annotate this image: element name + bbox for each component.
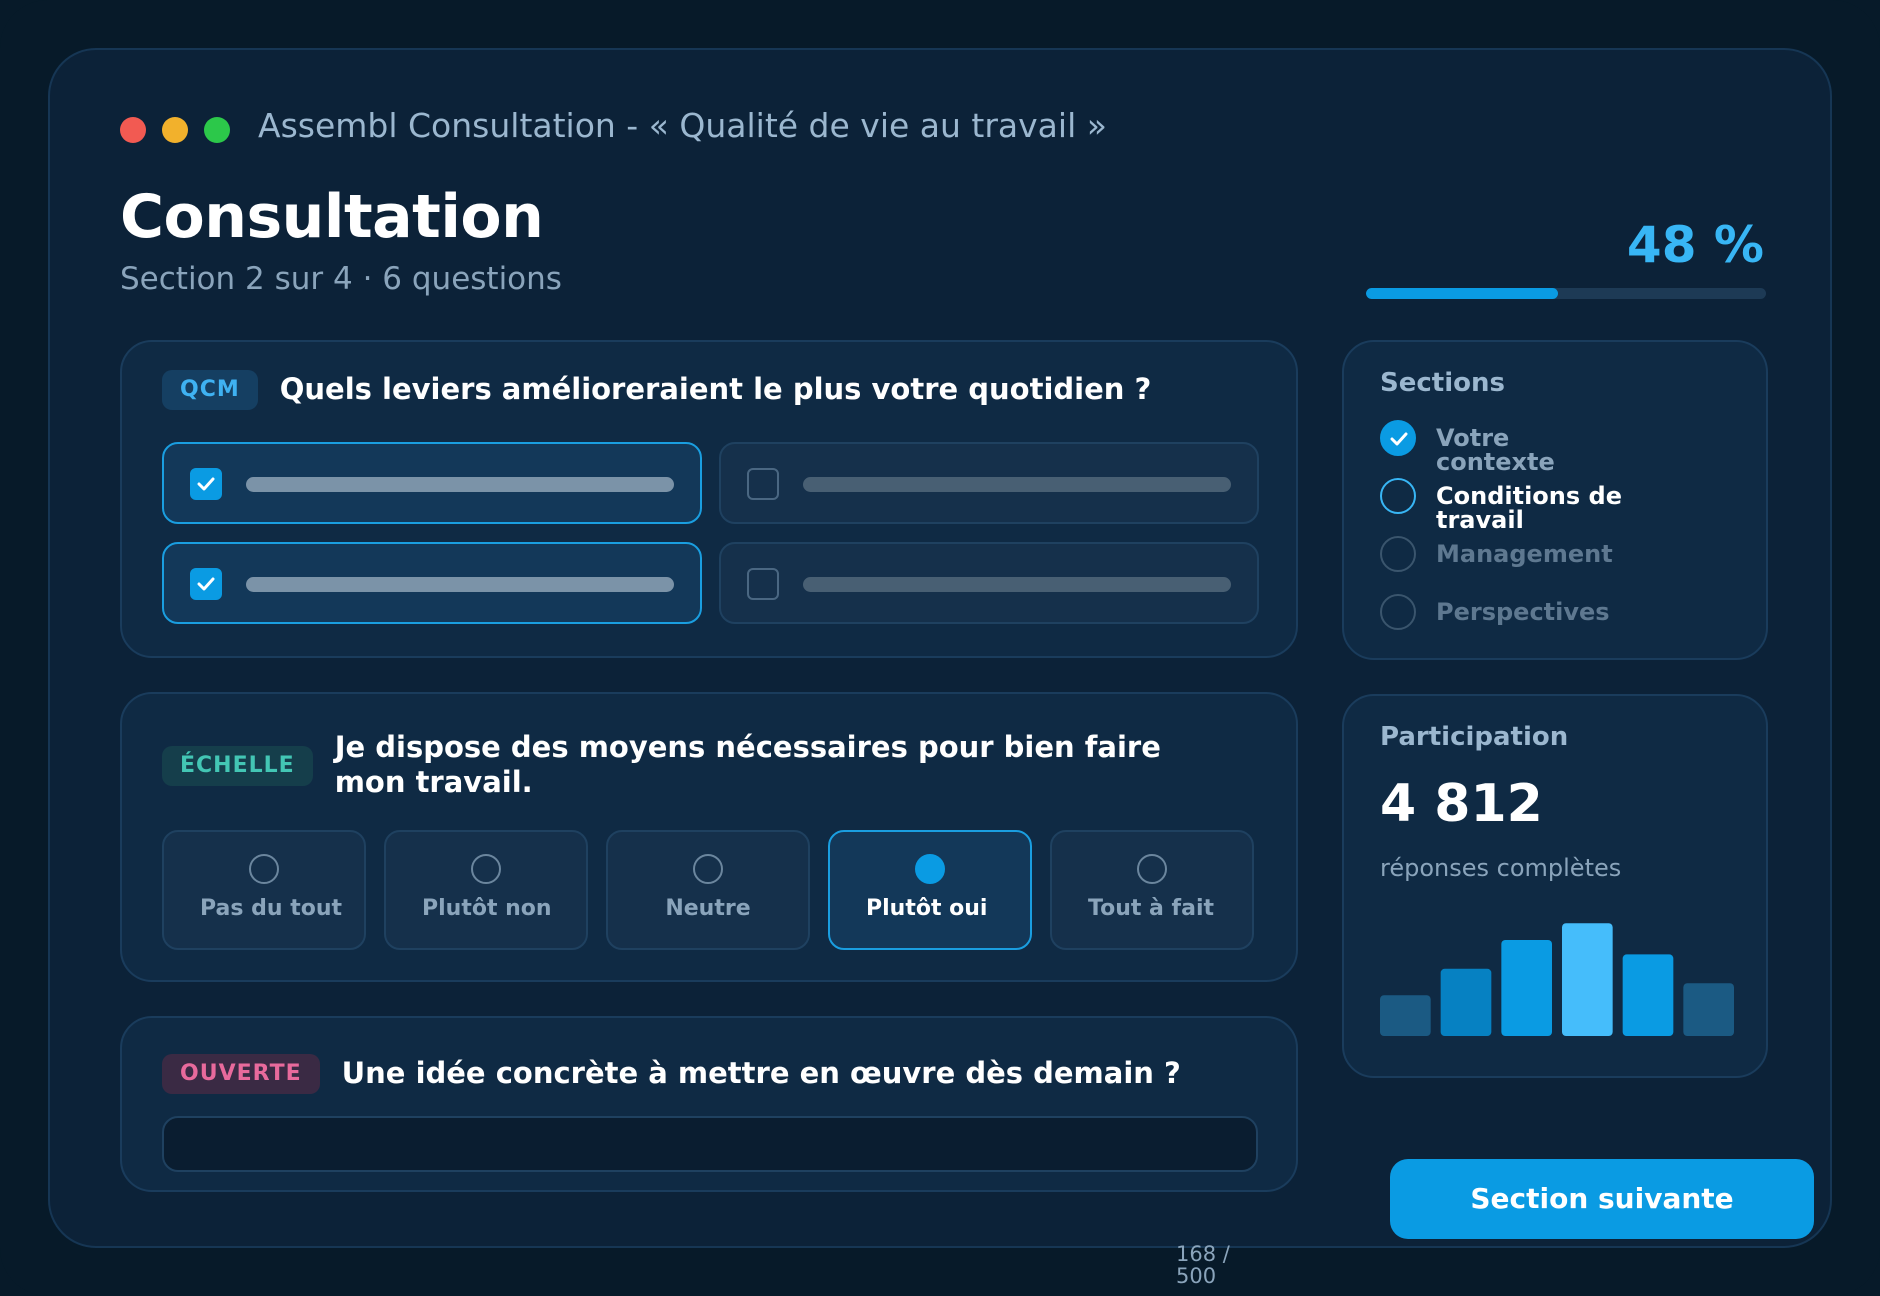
- circle-icon: [1380, 536, 1416, 572]
- participation-bar-3: [1501, 940, 1552, 1036]
- participation-bar-2: [1440, 968, 1492, 1036]
- scale-option-label: Plutôt oui: [866, 896, 988, 921]
- choice-option-1[interactable]: [162, 442, 702, 524]
- checkbox[interactable]: [747, 568, 779, 600]
- checkbox[interactable]: [190, 468, 222, 500]
- scale-option-label: Pas du tout: [200, 896, 343, 921]
- participation-card: Participation 4 812 réponses complètes: [1342, 694, 1768, 1078]
- radio-button[interactable]: [249, 854, 279, 884]
- scale-option-1[interactable]: Pas du tout: [162, 830, 366, 950]
- participation-count: 4 812: [1380, 774, 1543, 834]
- section-item-label: Perspectives: [1436, 598, 1610, 626]
- question-header: ÉCHELLE Je dispose des moyens nécessaire…: [162, 730, 1215, 800]
- progress-bar-fill: [1366, 288, 1558, 299]
- next-section-button[interactable]: Section suivante: [1390, 1159, 1814, 1239]
- character-counter: 168 / 500: [1176, 1242, 1230, 1288]
- participation-bar-5: [1622, 954, 1674, 1036]
- window-controls: [120, 117, 230, 143]
- question-header: QCM Quels leviers amélioreraient le plus…: [162, 370, 1151, 410]
- sections-card: Sections Votre contexte Conditions de tr…: [1342, 340, 1768, 660]
- section-item-label: Management: [1436, 540, 1613, 568]
- radio-button[interactable]: [693, 854, 723, 884]
- participation-bar-4: [1562, 923, 1613, 1036]
- page-subtitle: Section 2 sur 4 · 6 questions: [120, 261, 562, 297]
- section-item-conditions-de-travail[interactable]: Conditions de travail: [1380, 478, 1636, 532]
- participation-bar-1: [1380, 995, 1431, 1036]
- question-text: Quels leviers amélioreraient le plus vot…: [279, 372, 1152, 406]
- check-circle-icon: [1380, 420, 1416, 456]
- question-type-tag: OUVERTE: [162, 1054, 320, 1094]
- section-item-perspectives[interactable]: Perspectives: [1380, 594, 1636, 630]
- circle-icon: [1380, 594, 1416, 630]
- progress-bar: [1366, 288, 1766, 299]
- page-title: Consultation: [120, 182, 544, 252]
- scale-option-4[interactable]: Plutôt oui: [828, 830, 1032, 950]
- question-card-qcm: QCM Quels leviers amélioreraient le plus…: [120, 340, 1298, 658]
- option-label-placeholder: [803, 577, 1231, 592]
- question-card-ouverte: OUVERTE Une idée concrète à mettre en œu…: [120, 1016, 1298, 1192]
- checkbox[interactable]: [190, 568, 222, 600]
- app-window: Assembl Consultation - « Qualité de vie …: [48, 48, 1832, 1287]
- choice-option-4[interactable]: [719, 542, 1259, 624]
- sections-title: Sections: [1380, 368, 1505, 398]
- scale-option-label: Neutre: [665, 896, 751, 921]
- scale-option-label: Plutôt non: [422, 896, 552, 921]
- radio-button[interactable]: [915, 854, 945, 884]
- circle-icon: [1380, 478, 1416, 514]
- minimize-window-button[interactable]: [162, 117, 188, 143]
- progress-percent: 48 %: [1626, 216, 1764, 274]
- participation-title: Participation: [1380, 722, 1569, 752]
- participation-bar-6: [1683, 983, 1734, 1036]
- question-text: Je dispose des moyens nécessaires pour b…: [334, 730, 1161, 799]
- checkbox[interactable]: [747, 468, 779, 500]
- question-card-echelle: ÉCHELLE Je dispose des moyens nécessaire…: [120, 692, 1298, 982]
- scale-option-5[interactable]: Tout à fait: [1050, 830, 1254, 950]
- option-label-placeholder: [803, 477, 1231, 492]
- section-item-management[interactable]: Management: [1380, 536, 1636, 572]
- answer-textarea[interactable]: [162, 1116, 1258, 1172]
- close-window-button[interactable]: [120, 117, 146, 143]
- question-type-tag: QCM: [162, 370, 258, 410]
- participation-caption: réponses complètes: [1380, 854, 1622, 882]
- question-text: Une idée concrète à mettre en œuvre dès …: [341, 1056, 1181, 1090]
- device-frame: Assembl Consultation - « Qualité de vie …: [0, 0, 1880, 1296]
- participation-bar-chart: [1380, 923, 1734, 1036]
- maximize-window-button[interactable]: [204, 117, 230, 143]
- question-header: OUVERTE Une idée concrète à mettre en œu…: [162, 1054, 1181, 1094]
- section-item-label: Conditions de travail: [1436, 482, 1622, 534]
- section-item-label: Votre contexte: [1436, 424, 1555, 476]
- scale-option-label: Tout à fait: [1088, 896, 1215, 921]
- section-item-votre-contexte[interactable]: Votre contexte: [1380, 420, 1636, 474]
- option-label-placeholder: [246, 577, 674, 592]
- window-title: Assembl Consultation - « Qualité de vie …: [258, 106, 1107, 145]
- scale-option-3[interactable]: Neutre: [606, 830, 810, 950]
- question-type-tag: ÉCHELLE: [162, 746, 313, 786]
- radio-button[interactable]: [471, 854, 501, 884]
- choice-option-2[interactable]: [719, 442, 1259, 524]
- radio-button[interactable]: [1137, 854, 1167, 884]
- option-label-placeholder: [246, 477, 674, 492]
- choice-option-3[interactable]: [162, 542, 702, 624]
- scale-option-2[interactable]: Plutôt non: [384, 830, 588, 950]
